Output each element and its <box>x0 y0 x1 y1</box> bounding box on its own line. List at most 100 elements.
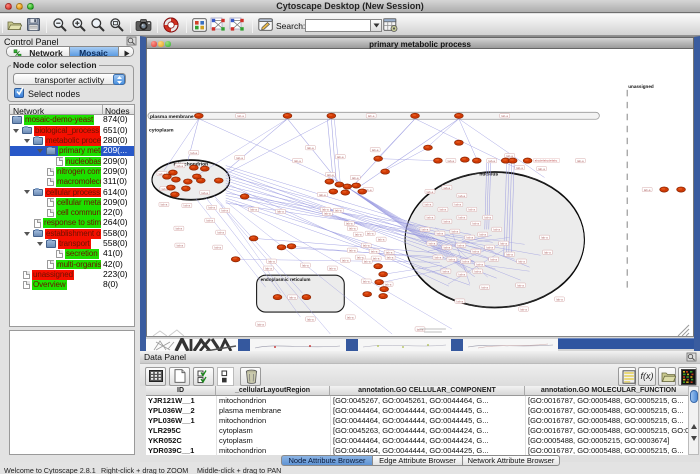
svg-text:lab-a: lab-a <box>176 227 183 231</box>
svg-text:lab-a: lab-a <box>490 258 497 262</box>
svg-text:lab-a: lab-a <box>425 203 432 207</box>
svg-text:lab-a: lab-a <box>422 228 429 232</box>
svg-text:lab-a: lab-a <box>319 193 326 197</box>
svg-text:lab-a: lab-a <box>201 191 208 195</box>
svg-text:lab-a: lab-a <box>371 250 378 254</box>
svg-text:lab-a: lab-a <box>455 203 462 207</box>
svg-text:lab-a: lab-a <box>206 219 213 223</box>
svg-text:lab-a: lab-a <box>484 216 491 220</box>
svg-text:lab-a: lab-a <box>544 251 551 255</box>
svg-text:lab-a: lab-a <box>444 186 451 190</box>
svg-text:plasma membrane: plasma membrane <box>150 114 194 120</box>
svg-text:lab-a: lab-a <box>493 228 500 232</box>
svg-text:lab-a: lab-a <box>352 176 359 180</box>
svg-text:lab-a: lab-a <box>268 260 275 264</box>
svg-text:cytoplasm: cytoplasm <box>149 128 174 134</box>
svg-text:lab-a: lab-a <box>386 251 393 255</box>
svg-text:lab-a: lab-a <box>289 295 296 299</box>
svg-text:lab-a: lab-a <box>459 194 466 198</box>
svg-text:lab-a: lab-a <box>346 222 353 226</box>
svg-text:lab-a: lab-a <box>449 258 456 262</box>
svg-text:lab-a: lab-a <box>469 208 476 212</box>
svg-text:lab-a: lab-a <box>506 253 513 257</box>
svg-text:lab-a: lab-a <box>372 148 379 152</box>
svg-text:lab-a: lab-a <box>363 279 370 283</box>
svg-text:lab-a: lab-a <box>335 209 342 213</box>
svg-text:lab-a: lab-a <box>479 233 486 237</box>
svg-text:lab-a: lab-a <box>217 231 224 235</box>
svg-text:lab-a: lab-a <box>324 212 331 216</box>
svg-text:lab-a: lab-a <box>577 159 584 163</box>
svg-text:lab-a: lab-a <box>440 208 447 212</box>
svg-text:lab-a: lab-a <box>355 233 362 237</box>
svg-text:lab-a: lab-a <box>443 270 450 274</box>
svg-text:lab-a: lab-a <box>520 307 527 311</box>
svg-text:lab-a: lab-a <box>184 204 191 208</box>
svg-text:lab-a: lab-a <box>486 246 493 250</box>
svg-text:unassigned: unassigned <box>628 84 654 89</box>
svg-text:lab-a: lab-a <box>538 167 545 171</box>
svg-text:lab-a: lab-a <box>265 267 272 271</box>
svg-text:lab-a: lab-a <box>444 220 451 224</box>
svg-text:lab-a: lab-a <box>364 260 371 264</box>
svg-text:lab-a: lab-a <box>208 206 215 210</box>
svg-text:lab-a: lab-a <box>385 282 392 286</box>
svg-text:lab-a: lab-a <box>481 285 488 289</box>
svg-text:lab-a: lab-a <box>444 246 451 250</box>
svg-text:lab-a: lab-a <box>387 256 394 260</box>
svg-text:lab-a: lab-a <box>349 227 356 231</box>
svg-text:lab-a: lab-a <box>556 297 563 301</box>
svg-text:lab-a: lab-a <box>459 272 466 276</box>
svg-text:lab-a: lab-a <box>518 260 525 264</box>
svg-text:lab-a: lab-a <box>342 259 349 263</box>
svg-text:lab-a: lab-a <box>448 159 455 163</box>
svg-text:lab-a: lab-a <box>429 242 436 246</box>
svg-text:lab-a: lab-a <box>294 159 301 163</box>
svg-text:lab-a: lab-a <box>277 210 284 214</box>
svg-text:lab-a: lab-a <box>435 256 442 260</box>
svg-text:lab-a: lab-a <box>373 257 380 261</box>
svg-text:lab-a: lab-a <box>236 156 243 160</box>
svg-text:lab-a: lab-a <box>302 264 309 268</box>
svg-text:lab-a: lab-a <box>472 250 479 254</box>
svg-text:lab-a: lab-a <box>378 238 385 242</box>
svg-text:lab-a: lab-a <box>349 249 356 253</box>
svg-text:lab-a: lab-a <box>347 315 354 319</box>
svg-text:lab-a: lab-a <box>363 244 370 248</box>
svg-text:lab-a: lab-a <box>177 244 184 248</box>
svg-text:lab-a: lab-a <box>307 317 314 321</box>
svg-text:abcdefabcdefabc: abcdefabcdefabc <box>535 159 558 163</box>
svg-text:lab-a: lab-a <box>472 222 479 226</box>
svg-text:lab-a: lab-a <box>457 299 464 303</box>
svg-text:lab-a: lab-a <box>516 166 523 170</box>
svg-text:lab-a: lab-a <box>488 159 495 163</box>
svg-text:lab-a: lab-a <box>541 236 548 240</box>
svg-text:lab-a: lab-a <box>327 173 334 177</box>
svg-text:lab-a: lab-a <box>463 260 470 264</box>
svg-text:lab-a: lab-a <box>257 322 264 326</box>
svg-text:lab-a: lab-a <box>177 164 184 168</box>
svg-text:lab-a: lab-a <box>644 188 651 192</box>
svg-text:lab-a: lab-a <box>427 190 434 194</box>
svg-text:lab-a: lab-a <box>452 230 459 234</box>
svg-text:lab-a: lab-a <box>191 151 198 155</box>
svg-text:lab-a: lab-a <box>221 209 228 213</box>
svg-text:lab-a: lab-a <box>214 246 221 250</box>
svg-text:lab-a: lab-a <box>437 232 444 236</box>
svg-text:lab-a: lab-a <box>459 216 466 220</box>
svg-text:lab-a: lab-a <box>329 267 336 271</box>
svg-text:lab-a: lab-a <box>458 244 465 248</box>
svg-text:lab-a: lab-a <box>237 114 244 118</box>
svg-text:lab-a: lab-a <box>500 242 507 246</box>
svg-text:lab-a: lab-a <box>367 232 374 236</box>
svg-text:lab-a: lab-a <box>307 146 314 150</box>
svg-text:lab-a: lab-a <box>337 155 344 159</box>
svg-text:lab-a: lab-a <box>250 208 257 212</box>
svg-text:lab-a: lab-a <box>427 216 434 220</box>
svg-text:lab-a: lab-a <box>476 263 483 267</box>
svg-text:lab-a: lab-a <box>161 203 168 207</box>
svg-text:lab-a: lab-a <box>467 236 474 240</box>
svg-text:lab-a: lab-a <box>474 270 481 274</box>
svg-text:lab-a: lab-a <box>506 154 513 158</box>
svg-text:lab-a: lab-a <box>368 114 375 118</box>
